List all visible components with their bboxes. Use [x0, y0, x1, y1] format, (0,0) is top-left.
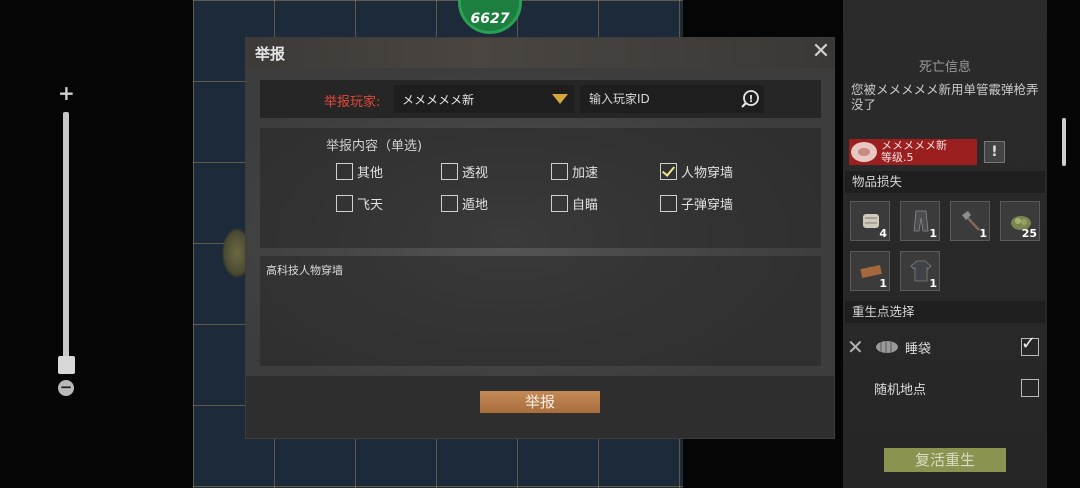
option-label: 飞天: [357, 197, 384, 213]
respawn-option-sleeping-bag[interactable]: ✕ 睡袋 ✓: [843, 333, 1047, 361]
option-label: 人物穿墙: [681, 165, 734, 181]
report-content-box: 举报内容（单选) 其他 透视 加速 人物穿墙 飞天 遁地 自瞄 子弹穿墙: [260, 128, 821, 248]
option-player-through-wall[interactable]: 人物穿墙: [660, 161, 733, 181]
player-select-value: メメメメメ新: [402, 93, 475, 107]
killer-info: メメメメメ新 等级.5: [881, 140, 947, 164]
item-count: 25: [1021, 227, 1037, 240]
respawn-option-label: 睡袋: [905, 342, 932, 357]
killer-level: 等级.5: [881, 151, 914, 164]
option-checkbox[interactable]: [336, 194, 353, 212]
option-wallhack-vision[interactable]: 透视: [441, 161, 488, 181]
option-checkbox[interactable]: [441, 162, 458, 180]
zoom-in-icon[interactable]: +: [58, 83, 75, 103]
option-checkbox[interactable]: [336, 162, 353, 180]
item-count: 1: [979, 227, 987, 240]
option-checkbox[interactable]: [441, 194, 458, 212]
option-checkbox[interactable]: [551, 194, 568, 212]
option-label: 其他: [357, 165, 384, 181]
respawn-sleeping-bag-checkbox[interactable]: ✓: [1021, 333, 1039, 356]
revive-button[interactable]: 复活重生: [884, 448, 1006, 472]
submit-report-button[interactable]: 举报: [480, 391, 600, 413]
lost-item[interactable]: 25: [1000, 201, 1040, 241]
dialog-body: 举报玩家: メメメメメ新 ! 举报内容（单选) 其他 透视: [246, 68, 834, 376]
report-description-textarea[interactable]: 高科技人物穿墙: [260, 256, 821, 366]
respawn-option-random[interactable]: 随机地点: [843, 374, 1047, 402]
option-speed-hack[interactable]: 加速: [551, 161, 598, 181]
remove-spawn-icon[interactable]: ✕: [847, 335, 864, 359]
death-info-title: 死亡信息: [918, 60, 971, 75]
item-count: 4: [879, 227, 887, 240]
option-label: 自瞄: [572, 197, 599, 213]
killer-card[interactable]: メメメメメ新 等级.5: [849, 139, 977, 165]
search-icon[interactable]: !: [740, 89, 760, 109]
option-checkbox-checked[interactable]: [660, 162, 677, 180]
zoom-out-icon[interactable]: −: [58, 380, 74, 396]
option-checkbox[interactable]: [660, 194, 677, 212]
respawn-random-checkbox[interactable]: [1021, 379, 1039, 397]
lost-item[interactable]: 1: [900, 251, 940, 291]
player-id-input[interactable]: [580, 85, 764, 113]
panel-scrollbar[interactable]: [1062, 118, 1066, 166]
option-aimbot[interactable]: 自瞄: [551, 193, 598, 213]
report-dialog: 举报 ✕ 举报玩家: メメメメメ新 ! 举报内容（单选) 其他: [246, 38, 834, 438]
item-count: 1: [929, 277, 937, 290]
respawn-option-label: 随机地点: [874, 383, 927, 398]
respawn-header: 重生点选择: [845, 301, 1045, 323]
svg-text:!: !: [749, 94, 754, 105]
option-other[interactable]: 其他: [336, 161, 383, 181]
lost-item[interactable]: 1: [850, 251, 890, 291]
option-label: 透视: [462, 165, 489, 181]
chevron-down-icon[interactable]: [552, 94, 568, 104]
map-marker-label: 6627: [470, 11, 510, 27]
option-fly[interactable]: 飞天: [336, 193, 383, 213]
report-player-row: 举报玩家: メメメメメ新 !: [260, 80, 821, 118]
report-killer-icon[interactable]: !: [984, 141, 1005, 163]
player-select-dropdown[interactable]: メメメメメ新: [394, 85, 574, 113]
dialog-header: 举报 ✕: [246, 38, 834, 68]
option-bullet-through-wall[interactable]: 子弹穿墙: [660, 193, 733, 213]
option-label: 子弹穿墙: [681, 197, 734, 213]
option-label: 遁地: [462, 197, 489, 213]
item-count: 1: [879, 277, 887, 290]
report-player-label: 举报玩家:: [324, 95, 381, 110]
death-description: 您被メメメメメ新用单管霰弹枪弄没了: [851, 82, 1039, 112]
sleeping-bag-icon: [876, 341, 898, 353]
report-description-text: 高科技人物穿墙: [266, 264, 343, 277]
report-content-label: 举报内容（单选): [326, 139, 423, 154]
killer-avatar-icon: [851, 142, 877, 162]
death-info-panel: 死亡信息 您被メメメメメ新用单管霰弹枪弄没了 メメメメメ新 等级.5 ! 物品损…: [843, 0, 1047, 488]
items-lost-header: 物品损失: [845, 171, 1045, 193]
lost-item[interactable]: 1: [900, 201, 940, 241]
item-count: 1: [929, 227, 937, 240]
option-checkbox[interactable]: [551, 162, 568, 180]
check-icon: ✓: [1021, 333, 1037, 354]
lost-item[interactable]: 4: [850, 201, 890, 241]
lost-item[interactable]: 1: [950, 201, 990, 241]
zoom-slider-track[interactable]: [63, 112, 69, 360]
zoom-slider-handle[interactable]: [58, 356, 75, 374]
option-underground[interactable]: 遁地: [441, 193, 488, 213]
option-label: 加速: [572, 165, 599, 181]
close-icon[interactable]: ✕: [810, 40, 832, 64]
dialog-title: 举报: [255, 45, 286, 63]
